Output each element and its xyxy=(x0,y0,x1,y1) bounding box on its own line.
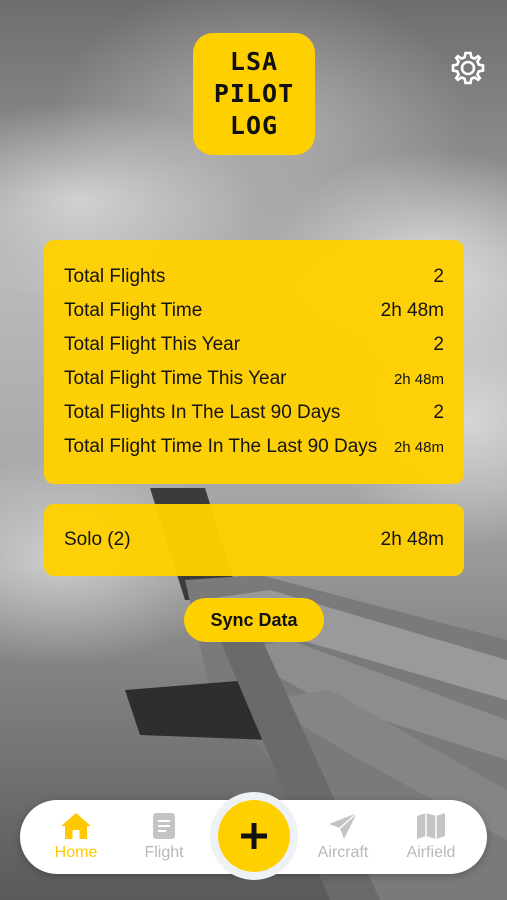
logo-line: PILOT xyxy=(213,79,295,108)
gear-icon[interactable] xyxy=(450,50,486,86)
stat-value: 2 xyxy=(433,266,444,287)
logo-line: LSA xyxy=(229,47,279,76)
sync-data-button[interactable]: Sync Data xyxy=(184,598,324,642)
stat-value: 2 xyxy=(433,334,444,355)
stat-label: Total Flight This Year xyxy=(64,334,241,355)
plus-icon xyxy=(241,823,267,849)
home-icon xyxy=(61,813,91,839)
tab-label: Flight xyxy=(144,844,184,861)
map-icon xyxy=(417,813,445,839)
tab-label: Aircraft xyxy=(317,844,369,861)
statistics-card: Total Flights 2 Total Flight Time 2h 48m… xyxy=(44,240,464,484)
stat-value: 2h 48m xyxy=(393,370,444,388)
stat-row-flight-time-this-year: Total Flight Time This Year 2h 48m xyxy=(64,362,444,396)
tab-airfield[interactable]: Airfield xyxy=(391,800,471,874)
app-logo: LSA PILOT LOG xyxy=(193,33,315,155)
stat-label: Total Flights xyxy=(64,266,166,287)
logo-line: LOG xyxy=(229,111,279,140)
stat-value: 2h 48m xyxy=(380,300,444,321)
add-flight-button[interactable] xyxy=(218,800,290,872)
document-icon xyxy=(153,813,175,839)
stat-row-flights-last-90-days: Total Flights In The Last 90 Days 2 xyxy=(64,396,444,430)
stat-value: 2 xyxy=(433,402,444,423)
solo-label: Solo (2) xyxy=(64,529,131,550)
stat-row-total-flight-time: Total Flight Time 2h 48m xyxy=(64,294,444,328)
tab-label: Airfield xyxy=(406,844,456,861)
stat-label: Total Flight Time In The Last 90 Days xyxy=(64,436,378,457)
tab-aircraft[interactable]: Aircraft xyxy=(303,800,383,874)
tab-label: Home xyxy=(54,844,98,861)
stat-label: Total Flights In The Last 90 Days xyxy=(64,402,341,423)
stat-row-flight-time-last-90-days: Total Flight Time In The Last 90 Days 2h… xyxy=(64,430,444,464)
tab-flight[interactable]: Flight xyxy=(124,800,204,874)
stat-row-total-flights: Total Flights 2 xyxy=(64,260,444,294)
solo-value: 2h 48m xyxy=(380,529,444,550)
stat-row-flights-this-year: Total Flight This Year 2 xyxy=(64,328,444,362)
tab-home[interactable]: Home xyxy=(36,800,116,874)
stat-label: Total Flight Time This Year xyxy=(64,368,287,389)
paper-plane-icon xyxy=(329,812,358,839)
stat-value: 2h 48m xyxy=(393,438,444,456)
solo-card[interactable]: Solo (2) 2h 48m xyxy=(44,504,464,576)
stat-label: Total Flight Time xyxy=(64,300,203,321)
